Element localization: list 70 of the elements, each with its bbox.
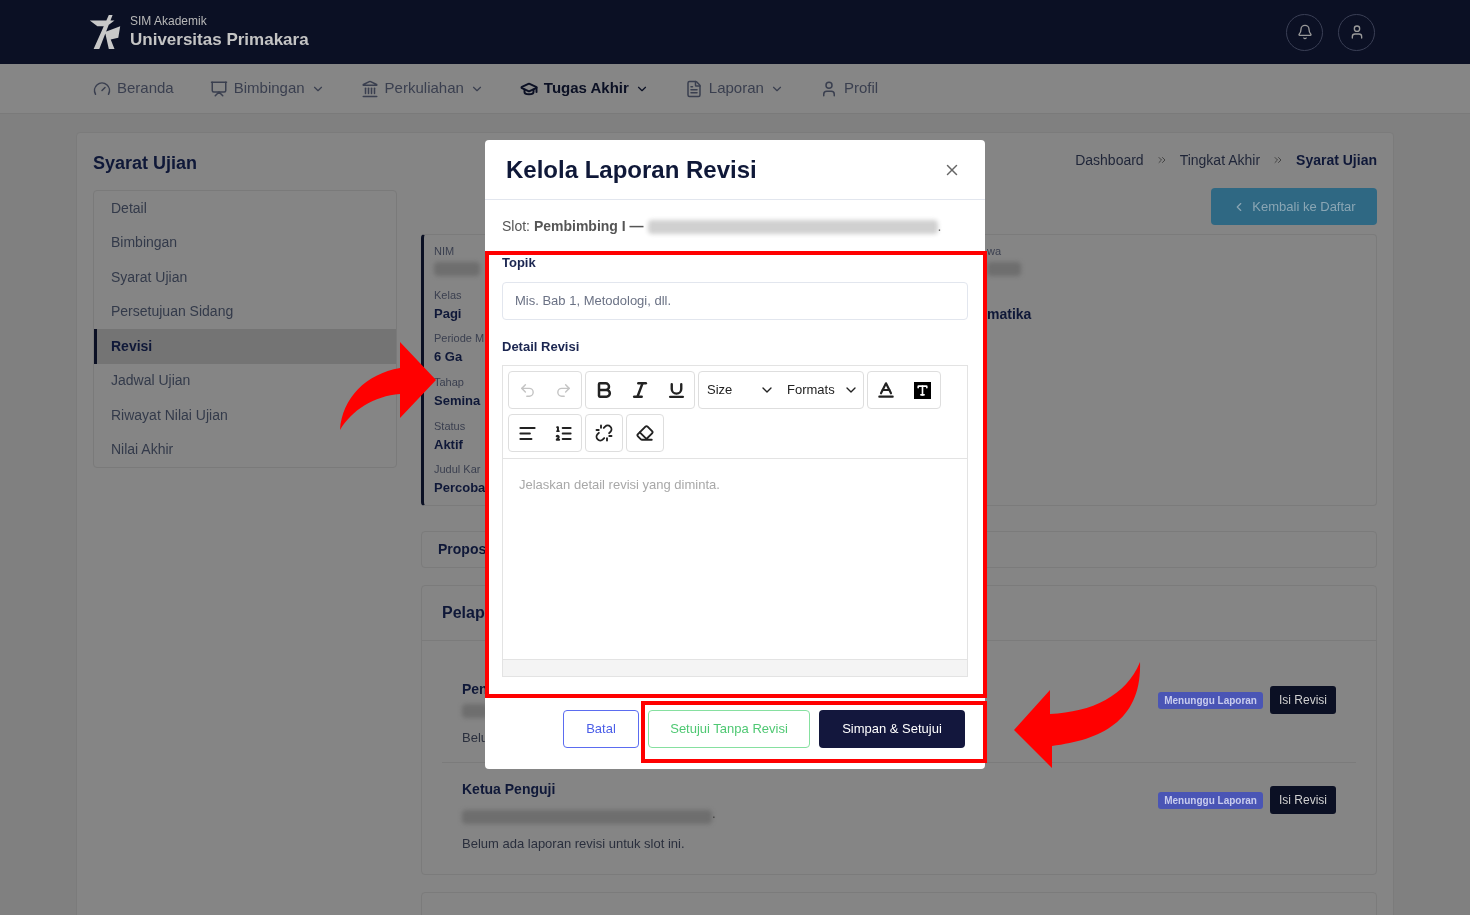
- nav-item[interactable]: Beranda: [93, 77, 174, 100]
- sidebar-item[interactable]: Revisi: [94, 329, 396, 364]
- field-value: Percoba: [434, 479, 486, 498]
- field-label: Detail Revisi: [502, 337, 581, 356]
- field-value: Aktif: [434, 435, 463, 454]
- underline-icon: [666, 380, 686, 400]
- gauge-icon: [93, 79, 111, 98]
- topic-input[interactable]: Mis. Bab 1, Metodologi, dll.: [502, 281, 968, 320]
- unlink-icon: [595, 424, 613, 442]
- sidebar-item[interactable]: Detail: [94, 191, 153, 226]
- field-label: Judul Kar: [434, 462, 481, 478]
- slot-role: Ketua Penguji: [462, 780, 557, 800]
- fill-revision-button[interactable]: Isi Revisi: [1270, 686, 1336, 715]
- italic-icon: [630, 380, 650, 400]
- status-badge: Menunggu Laporan: [1158, 692, 1263, 710]
- field-value: 6 Ga: [434, 348, 463, 367]
- slot-note: Belum ada laporan revisi untuk slot ini.: [462, 834, 686, 853]
- back-button[interactable]: Kembali ke Daftar: [1211, 188, 1377, 225]
- slot-suffix: .: [712, 805, 716, 824]
- modal-title: Kelola Laporan Revisi: [506, 154, 757, 185]
- field-label: Status: [434, 418, 466, 434]
- field-label: Kelas: [434, 287, 462, 303]
- field-label: NIM: [434, 244, 455, 259]
- nav-item[interactable]: Tugas Akhir: [519, 77, 649, 100]
- numbered-list-icon: [553, 423, 573, 443]
- dialog-button[interactable]: Batal: [563, 710, 639, 748]
- slot-text: Slot: Pembimbing I —: [502, 217, 644, 236]
- toolbar-dropdown[interactable]: Size: [699, 372, 779, 408]
- field-label: Periode M: [434, 331, 485, 347]
- breadcrumb-link[interactable]: Syarat Ujian: [1296, 149, 1377, 171]
- building-icon: [360, 79, 379, 98]
- fill-revision-button[interactable]: Isi Revisi: [1270, 786, 1336, 815]
- status-badge: Menunggu Laporan: [1158, 792, 1263, 810]
- bell-icon: [1296, 24, 1313, 40]
- sidebar-item[interactable]: Bimbingan: [94, 225, 184, 260]
- page-title: Syarat Ujian: [93, 152, 199, 173]
- redo-icon: [554, 381, 572, 399]
- app-subtitle: SIM Akademik: [130, 13, 208, 29]
- nav-item[interactable]: Bimbingan: [209, 77, 325, 100]
- field-value: matika: [987, 305, 1032, 324]
- breadcrumb-link[interactable]: Dashboard: [1075, 149, 1144, 171]
- dialog-button[interactable]: Setujui Tanpa Revisi: [648, 710, 810, 748]
- field-value: Semina: [434, 392, 481, 410]
- sidebar-item[interactable]: Jadwal Ujian: [94, 363, 197, 398]
- field-label: wa: [987, 244, 1003, 259]
- presentation-board-icon: [209, 79, 228, 98]
- sidebar-item[interactable]: Syarat Ujian: [94, 260, 194, 295]
- field-label: Tahap: [434, 375, 464, 390]
- nav-item[interactable]: Profil: [819, 77, 879, 100]
- breadcrumb-link[interactable]: Tingkat Akhir: [1179, 149, 1261, 171]
- section-title: Pelap: [442, 603, 485, 624]
- eraser-icon: [636, 424, 654, 442]
- toolbar-dropdown[interactable]: Formats: [779, 372, 863, 408]
- rich-text-editor[interactable]: Size Formats Jelaskan detail revisi yang diminta.: [502, 365, 968, 677]
- document-icon: [684, 79, 703, 98]
- text-color-icon: [876, 380, 896, 400]
- tab[interactable]: Propos: [438, 539, 487, 560]
- sidebar-item[interactable]: Persetujuan Sidang: [94, 294, 240, 329]
- field-value: Pagi: [434, 304, 462, 323]
- undo-icon: [518, 381, 536, 399]
- highlight-color-icon: [913, 381, 931, 399]
- nav-item[interactable]: Perkuliahan: [360, 77, 484, 100]
- sidebar-item[interactable]: Riwayat Nilai Ujian: [94, 398, 234, 433]
- sidebar-item[interactable]: Nilai Akhir: [94, 432, 180, 467]
- dialog-button[interactable]: Simpan & Setujui: [819, 710, 965, 748]
- app-title: Universitas Primakara: [130, 28, 309, 51]
- field-label: Topik: [502, 254, 537, 272]
- slot-suffix: .: [937, 217, 942, 236]
- double-chevron-icon: [1155, 154, 1168, 166]
- nav-item[interactable]: Laporan: [684, 77, 784, 100]
